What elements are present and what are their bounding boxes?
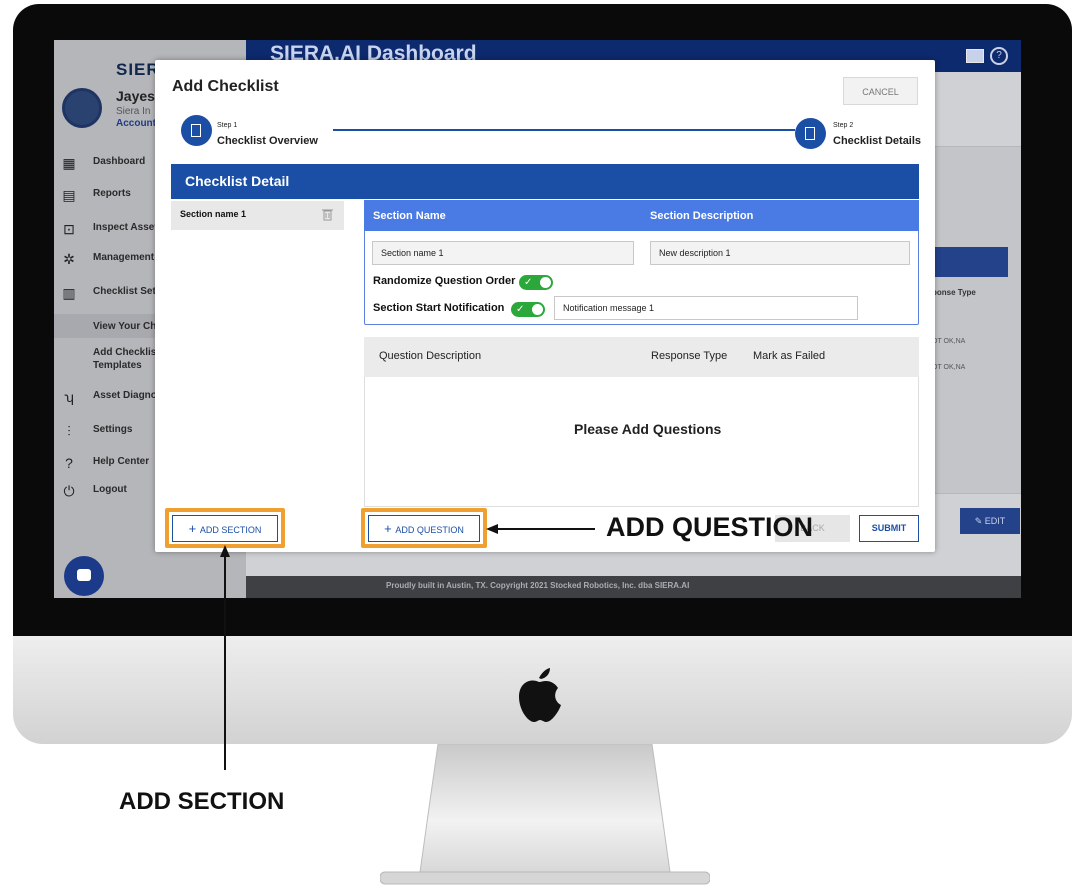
chat-icon[interactable]	[64, 556, 104, 596]
notification-toggle[interactable]: ✓	[511, 302, 545, 317]
dialog-title: Add Checklist	[172, 78, 279, 95]
check-icon: ✓	[524, 277, 533, 288]
section-description-header: Section Description	[650, 210, 754, 222]
empty-questions-message: Please Add Questions	[574, 421, 722, 437]
edit-button[interactable]: ✎ EDIT	[960, 508, 1020, 534]
sidebar-item-label: Inspect Asset	[93, 222, 158, 233]
background-cell: OT OK,NA	[932, 338, 966, 345]
sidebar-item-label: View Your Ch	[93, 321, 157, 332]
background-column-header: ponse Type	[932, 288, 976, 297]
sidebar-item-label: Dashboard	[93, 156, 146, 167]
edit-icon: ✎	[974, 516, 985, 526]
sidebar-item-label: Templates	[93, 360, 142, 371]
step-1-icon[interactable]	[181, 115, 212, 146]
network-icon: ✲	[63, 251, 75, 267]
submit-button[interactable]: SUBMIT	[859, 515, 919, 542]
check-icon: ✓	[516, 304, 525, 315]
randomize-toggle[interactable]: ✓	[519, 275, 553, 290]
help-icon: ?	[65, 455, 73, 471]
checklist-icon: ▥	[62, 285, 76, 301]
add-question-label: ADD QUESTION	[395, 525, 464, 535]
stepper-line	[333, 129, 795, 131]
help-icon[interactable]: ?	[990, 47, 1008, 65]
edit-button-label: EDIT	[984, 516, 1006, 526]
sidebar-item-label: Management	[93, 252, 155, 263]
response-type-column: Response Type	[651, 350, 728, 362]
plus-icon: +	[384, 521, 396, 536]
section-card-header	[364, 200, 919, 231]
sidebar-item-label: Reports	[93, 188, 131, 199]
company-name: Siera In	[116, 106, 151, 117]
sidebar-item-label: Logout	[93, 484, 127, 495]
sidebar-item-label: Add Checklis	[93, 347, 157, 358]
apple-logo-icon	[519, 668, 561, 722]
sidebar-item-label: Settings	[93, 424, 133, 435]
trash-icon[interactable]	[322, 208, 333, 221]
power-icon: ⏻	[63, 483, 75, 499]
inspect-icon: ⊡	[63, 221, 75, 237]
add-question-button[interactable]: + ADD QUESTION	[368, 515, 480, 542]
step-1-label: Checklist Overview	[217, 135, 318, 147]
notification-label: Section Start Notification	[373, 302, 505, 314]
section-list-item-label: Section name 1	[180, 209, 247, 219]
add-section-callout: ADD SECTION	[119, 788, 285, 815]
section-description-input[interactable]: New description 1	[650, 241, 910, 265]
add-question-callout: ADD QUESTION	[606, 512, 814, 542]
question-description-column: Question Description	[379, 350, 482, 362]
background-card	[922, 146, 1021, 494]
avatar[interactable]	[62, 88, 102, 128]
cancel-button[interactable]: CANCEL	[843, 77, 918, 105]
section-name-input[interactable]: Section name 1	[372, 241, 634, 265]
add-section-label: ADD SECTION	[199, 525, 262, 535]
flag-icon[interactable]	[966, 49, 984, 63]
sliders-icon: ⫶	[67, 423, 71, 439]
footer-text: Proudly built in Austin, TX. Copyright 2…	[386, 581, 690, 590]
sidebar-item-label: Asset Diagno	[93, 390, 157, 401]
monitor-stand	[380, 744, 710, 885]
step-2-number: Step 2	[833, 122, 854, 129]
add-section-button[interactable]: + ADD SECTION	[172, 515, 278, 542]
sidebar-item-label: Help Center	[93, 456, 150, 467]
sidebar-item-label: Checklist Set	[93, 286, 156, 297]
notification-message-input[interactable]: Notification message 1	[554, 296, 858, 320]
randomize-label: Randomize Question Order	[373, 275, 516, 287]
section-name-header: Section Name	[373, 210, 446, 222]
account-link[interactable]: Account	[116, 118, 156, 129]
step-2-icon[interactable]	[795, 118, 826, 149]
reports-icon: ▤	[62, 187, 76, 203]
plus-icon: +	[188, 521, 200, 536]
mark-as-failed-column: Mark as Failed	[753, 350, 826, 362]
background-cell: OT OK,NA	[932, 364, 966, 371]
stethoscope-icon: ʮ	[64, 389, 74, 405]
grid-icon: ▦	[62, 155, 76, 171]
checklist-detail-title: Checklist Detail	[185, 173, 290, 189]
step-1-number: Step 1	[217, 122, 238, 129]
background-header-bar	[932, 247, 1008, 277]
add-checklist-dialog: Add Checklist CANCEL Step 1 Checklist Ov…	[155, 60, 935, 552]
step-2-label: Checklist Details	[833, 135, 922, 147]
